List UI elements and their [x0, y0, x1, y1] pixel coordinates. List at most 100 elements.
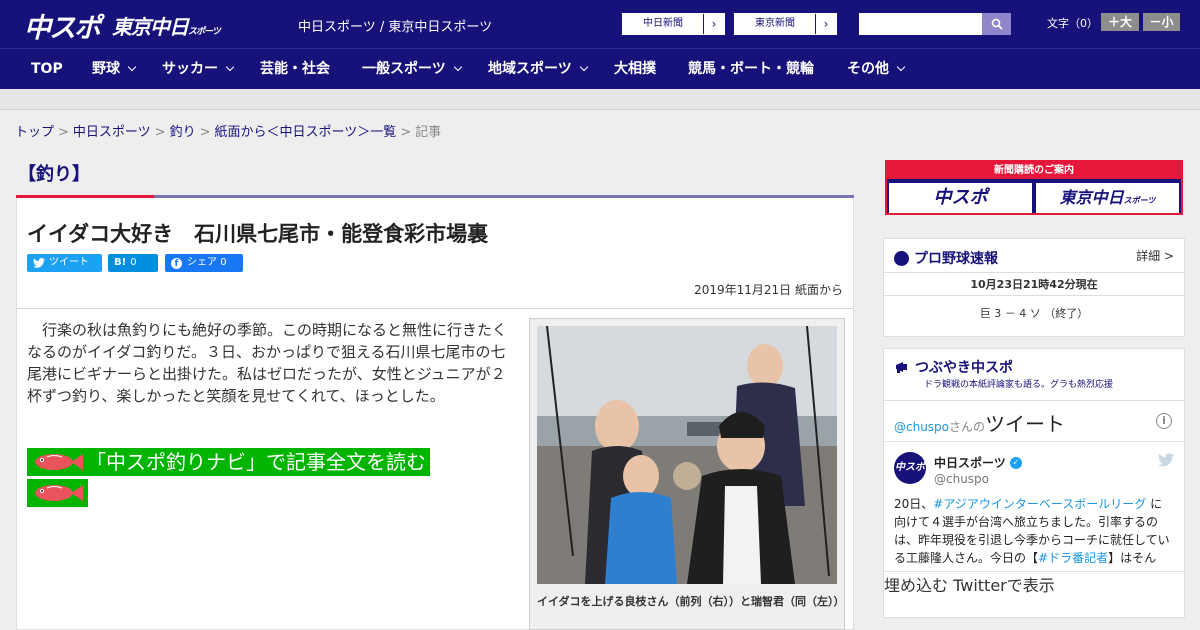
article: イイダコ大好き 石川県七尾市・能登食彩市場裏 ツイート B! 0 f シェア 0… — [16, 198, 854, 630]
nav-item-entertainment[interactable]: 芸能・社会 — [260, 49, 330, 89]
baseball-widget-title: プロ野球速報 — [894, 248, 998, 268]
verified-badge-icon: ✓ — [1009, 456, 1022, 469]
baseball-scores-widget: プロ野球速報 詳細 > 10月23日21時42分現在 巨 3 － 4 ソ （終了… — [883, 238, 1185, 337]
subscription-banner[interactable]: 新聞購読のご案内 中スポ 東京中日スポーツ — [885, 160, 1183, 215]
hatena-icon: B! — [114, 257, 127, 268]
twitter-widget-title-text: つぶやき中スポ — [915, 360, 1013, 376]
nav-label: 大相撲 — [614, 61, 656, 77]
nav-item-local-sports[interactable]: 地域スポーツ — [488, 49, 588, 89]
tokyo-chunichi-sports-logo[interactable]: 東京中日スポーツ — [112, 11, 221, 40]
article-date: 2019年11月21日 紙面から — [694, 283, 843, 297]
twitter-embed-title: ツイート — [985, 412, 1066, 436]
search-icon — [991, 18, 1003, 30]
tweet-hashtag[interactable]: #ドラ番記者 — [1038, 551, 1108, 565]
embed-link[interactable]: 埋め込む — [884, 576, 948, 595]
font-smaller-button[interactable]: －小 — [1143, 13, 1180, 31]
twitter-embed: @chuspoさんのツイート i 中スポ 中日スポーツ ✓ @chuspo 20日… — [884, 401, 1184, 571]
tweet-author-name-text: 中日スポーツ — [934, 456, 1006, 470]
search-button[interactable] — [982, 13, 1011, 35]
facebook-share-button[interactable]: f シェア 0 — [165, 254, 243, 272]
twitter-embed-heading: @chuspoさんのツイート — [894, 408, 1065, 437]
baseball-widget-header: プロ野球速報 詳細 > — [884, 239, 1184, 273]
banner-tokyo-chunichi: 東京中日スポーツ — [1036, 183, 1179, 213]
tweet-button[interactable]: ツイート — [27, 254, 102, 272]
tweet-text-part: 20日、 — [894, 497, 934, 511]
photo-illustration — [537, 326, 837, 584]
nav-item-sumo[interactable]: 大相撲 — [614, 49, 656, 89]
nav-label: 野球 — [92, 61, 120, 77]
banner-tokyo-chunichi-text: 東京中日 — [1059, 188, 1124, 207]
twitter-bird-icon — [33, 258, 45, 268]
breadcrumb-separator: > — [154, 125, 166, 140]
search-input[interactable] — [859, 13, 982, 35]
nav-item-soccer[interactable]: サッカー — [162, 49, 235, 89]
article-divider — [17, 308, 853, 309]
twitter-widget-title: つぶやき中スポ — [894, 357, 1013, 377]
facebook-count: 0 — [220, 257, 227, 268]
chunichi-sports-logo[interactable]: 中スポ — [24, 6, 101, 44]
tweet-author-name[interactable]: 中日スポーツ ✓ — [934, 454, 1022, 471]
nav-label: 一般スポーツ — [362, 61, 446, 77]
banner-tokyo-chunichi-sub: スポーツ — [1123, 196, 1156, 205]
tokyo-chunichi-logo-sub: スポーツ — [188, 27, 221, 37]
nav-item-baseball[interactable]: 野球 — [92, 49, 137, 89]
nav-label: 芸能・社会 — [260, 61, 330, 77]
twitter-footer: 埋め込む Twitterで表示 — [884, 571, 1184, 617]
twitter-widget-subtitle: ドラ観戦の本紙評論家も語る。グラも熱烈応援 — [924, 380, 1114, 390]
hatena-bookmark-button[interactable]: B! 0 — [108, 254, 158, 272]
tokyo-shimbun-button[interactable]: 東京新聞 › — [734, 13, 837, 35]
twitter-bird-icon — [1158, 453, 1174, 467]
chevron-down-icon — [579, 62, 588, 72]
twitter-divider — [884, 441, 1184, 442]
category-heading: 【釣り】 — [18, 164, 90, 185]
twitter-widget-header: つぶやき中スポ ドラ観戦の本紙評論家も語る。グラも熱烈応援 — [884, 349, 1184, 401]
chunichi-shimbun-label: 中日新聞 — [623, 14, 703, 34]
breadcrumb-fishing[interactable]: 釣り — [170, 125, 196, 140]
font-larger-button[interactable]: ＋大 — [1101, 13, 1139, 31]
fish-icon — [35, 485, 83, 501]
tweet-author-handle[interactable]: @chuspo — [934, 472, 989, 486]
facebook-share-label: シェア — [187, 257, 217, 268]
chevron-down-icon — [896, 62, 906, 72]
font-size-label: 文字（0） — [1047, 17, 1098, 30]
breadcrumb-separator: > — [58, 125, 69, 140]
photo-caption: イイダコを上げる良枝さん（前列（右））と瑞智君（同（左）） — [537, 595, 845, 608]
info-icon[interactable]: i — [1156, 413, 1172, 429]
breadcrumb-top[interactable]: トップ — [15, 125, 54, 140]
chunichi-shimbun-button[interactable]: 中日新聞 › — [622, 13, 725, 35]
nav-item-general-sports[interactable]: 一般スポーツ — [362, 49, 462, 89]
fishing-navi-line — [27, 479, 88, 507]
fishing-navi-line: 「中スポ釣りナビ」で記事全文を読む — [27, 448, 430, 476]
view-on-twitter-link[interactable]: Twitterで表示 — [953, 576, 1055, 595]
site-links[interactable]: 中日スポーツ / 東京中日スポーツ — [298, 16, 492, 35]
tweet-label: ツイート — [49, 257, 89, 268]
nav-label: サッカー — [162, 61, 218, 77]
nav-label: 地域スポーツ — [488, 61, 572, 77]
avatar[interactable]: 中スポ — [894, 452, 926, 484]
nav-label: その他 — [847, 61, 889, 77]
sub-nav-band — [0, 89, 1200, 110]
twitter-handle-link[interactable]: @chuspo — [894, 420, 949, 434]
chevron-down-icon — [127, 62, 137, 72]
baseball-widget-title-text: プロ野球速報 — [914, 251, 998, 267]
nav-item-other[interactable]: その他 — [847, 49, 906, 89]
fishing-navi-link[interactable]: 「中スポ釣りナビ」で記事全文を読む — [27, 448, 430, 510]
breadcrumb-paper-list[interactable]: 紙面から＜中日スポーツ＞一覧 — [215, 125, 397, 140]
nav-item-top[interactable]: TOP — [31, 49, 63, 89]
hatena-count: 0 — [130, 257, 137, 268]
fishing-navi-text: 「中スポ釣りナビ」で記事全文を読む — [86, 450, 426, 474]
top-header: 中スポ 東京中日スポーツ 中日スポーツ / 東京中日スポーツ 中日新聞 › 東京… — [0, 0, 1200, 48]
nav-item-racing[interactable]: 競馬・ボート・競輪 — [688, 49, 814, 89]
breadcrumb: トップ > 中日スポーツ > 釣り > 紙面から＜中日スポーツ＞一覧 > 記事 — [15, 121, 441, 140]
megaphone-icon — [896, 362, 907, 373]
nav-label: TOP — [31, 61, 63, 77]
article-photo[interactable] — [537, 326, 837, 584]
breadcrumb-chunichi-sports[interactable]: 中日スポーツ — [73, 125, 151, 140]
facebook-icon: f — [171, 257, 182, 269]
game-score[interactable]: 巨 3 － 4 ソ （終了） — [884, 296, 1184, 332]
fish-icon — [35, 454, 83, 470]
breadcrumb-current: 記事 — [415, 125, 442, 140]
baseball-details-link[interactable]: 詳細 > — [1136, 247, 1174, 264]
article-figure: イイダコを上げる良枝さん（前列（右））と瑞智君（同（左）） — [529, 318, 845, 630]
tweet-hashtag[interactable]: #アジアウインターベースボールリーグ — [933, 497, 1146, 511]
